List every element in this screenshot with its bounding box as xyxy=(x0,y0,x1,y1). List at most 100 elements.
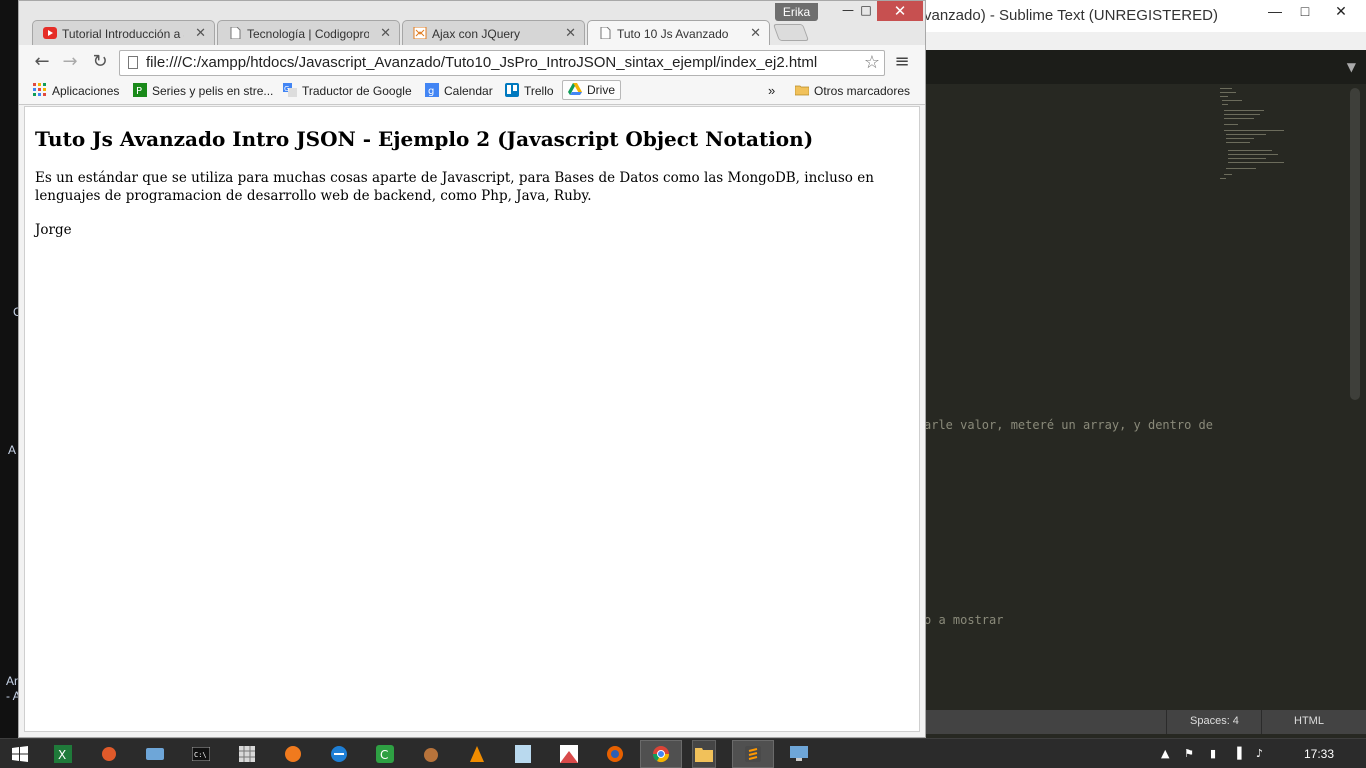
bookmark-series[interactable]: P Series y pelis en stre... xyxy=(133,83,273,103)
scrollbar-thumb[interactable] xyxy=(1350,88,1360,400)
bookmark-label: Traductor de Google xyxy=(302,84,412,98)
teamviewer-icon[interactable] xyxy=(328,743,350,765)
camtasia-icon[interactable]: C xyxy=(374,743,396,765)
bookmark-apps[interactable]: Aplicaciones xyxy=(33,83,119,103)
hamburger-menu-icon[interactable]: ≡ xyxy=(892,51,912,73)
tab-dropdown-icon[interactable]: ▼ xyxy=(1347,60,1356,74)
sublime-tabbar: ▼ xyxy=(916,50,1366,84)
tab-title: Tuto 10 Js Avanzado xyxy=(617,27,729,41)
bookmark-label: Trello xyxy=(524,84,554,98)
tab-title: Tecnología | Codigoprogramacion xyxy=(247,27,369,41)
xampp-icon[interactable] xyxy=(282,743,304,765)
bookmark-translate[interactable]: G Traductor de Google xyxy=(283,83,412,103)
taskbar: X C:\ C ▲ ⚑ ▮ ▐ ♪ 17:33 xyxy=(0,738,1366,768)
minimap[interactable] xyxy=(1216,84,1336,194)
cmd-icon[interactable]: C:\ xyxy=(190,743,212,765)
gimp-icon[interactable] xyxy=(420,743,442,765)
bookmark-drive[interactable]: Drive xyxy=(562,80,622,100)
code-line: arle valor, meteré un array, y dentro de xyxy=(924,418,1213,432)
browser-tab[interactable]: Ajax con JQuery ✕ xyxy=(402,20,585,45)
vlc-icon[interactable] xyxy=(466,743,488,765)
sublime-menubar xyxy=(916,32,1366,50)
svg-text:X: X xyxy=(58,748,66,762)
desktop-fragment: A xyxy=(8,443,17,457)
back-arrow-icon[interactable]: ← xyxy=(31,51,53,73)
bookmark-star-icon[interactable]: ☆ xyxy=(864,52,880,73)
close-window-button[interactable]: ✕ xyxy=(877,1,923,21)
explorer-icon[interactable] xyxy=(692,740,716,768)
code-editor[interactable]: arle valor, meteré un array, y dentro de… xyxy=(916,84,1346,710)
series-site-icon: P xyxy=(133,83,147,97)
reload-icon[interactable]: ↻ xyxy=(89,51,111,73)
svg-text:C:\: C:\ xyxy=(194,751,207,759)
page-icon xyxy=(128,56,138,69)
tray-chevron-icon[interactable]: ▲ xyxy=(1161,747,1169,760)
tab-title: Ajax con JQuery xyxy=(432,27,521,41)
desktop-fragment: Ar xyxy=(6,674,18,688)
sublime-taskbar-icon[interactable] xyxy=(732,740,774,768)
google-plus-icon: g xyxy=(425,83,439,97)
sublime-title: vanzado) - Sublime Text (UNREGISTERED) xyxy=(924,7,1218,24)
svg-text:g: g xyxy=(428,86,434,97)
apps-grid-icon xyxy=(33,83,46,96)
maximize-icon[interactable]: □ xyxy=(1288,0,1322,22)
editor-scrollbar[interactable] xyxy=(1346,84,1366,710)
drive-icon xyxy=(568,83,582,95)
page-name-text: Jorge xyxy=(35,222,72,238)
forward-arrow-icon[interactable]: → xyxy=(59,51,81,73)
bookmark-label: Drive xyxy=(587,83,616,97)
keyboard-icon[interactable] xyxy=(144,743,166,765)
browser-toolbar: ← → ↻ file:///C:/xampp/htdocs/Javascript… xyxy=(19,45,925,79)
trello-icon xyxy=(505,83,519,97)
start-windows-icon[interactable] xyxy=(9,743,31,765)
tab-strip: Tutorial Introducción a JS ✕ Tecnología … xyxy=(19,1,925,45)
battery-icon[interactable]: ▮ xyxy=(1210,747,1216,760)
sublime-titlebar[interactable]: vanzado) - Sublime Text (UNREGISTERED) —… xyxy=(916,0,1366,32)
bookmark-trello[interactable]: Trello xyxy=(505,83,554,103)
image-viewer-icon[interactable] xyxy=(558,743,580,765)
sublime-statusbar: Spaces: 4 HTML xyxy=(916,710,1366,734)
more-bookmarks-chevron[interactable]: » xyxy=(768,83,775,98)
page-heading: Tuto Js Avanzado Intro JSON - Ejemplo 2 … xyxy=(35,127,814,151)
chrome-taskbar-icon[interactable] xyxy=(640,740,682,768)
browser-tab[interactable]: Tecnología | Codigoprogramacion ✕ xyxy=(217,20,400,45)
paint-icon[interactable] xyxy=(98,743,120,765)
page-icon xyxy=(230,27,241,39)
youtube-icon xyxy=(43,27,57,39)
tab-title: Tutorial Introducción a JS xyxy=(62,27,184,41)
bookmark-label: Otros marcadores xyxy=(814,84,911,98)
other-bookmarks-folder[interactable]: Otros marcadores xyxy=(795,83,910,103)
close-icon[interactable]: ✕ xyxy=(1324,0,1358,22)
page-content: Tuto Js Avanzado Intro JSON - Ejemplo 2 … xyxy=(24,106,920,732)
close-tab-icon[interactable]: ✕ xyxy=(195,25,206,41)
browser-tab[interactable]: Tutorial Introducción a JS ✕ xyxy=(32,20,215,45)
browser-tab-active[interactable]: Tuto 10 Js Avanzado ✕ xyxy=(587,20,770,45)
close-tab-icon[interactable]: ✕ xyxy=(750,25,761,41)
syntax-status[interactable]: HTML xyxy=(1294,715,1324,727)
maximize-icon[interactable]: □ xyxy=(853,3,879,21)
chrome-window: Tutorial Introducción a JS ✕ Tecnología … xyxy=(18,0,926,738)
volume-icon[interactable]: ♪ xyxy=(1256,747,1263,760)
network-icon[interactable]: ▐ xyxy=(1233,747,1241,760)
indentation-status[interactable]: Spaces: 4 xyxy=(1190,715,1239,727)
url-text: file:///C:/xampp/htdocs/Javascript_Avanz… xyxy=(146,54,818,71)
bookmark-label: Series y pelis en stre... xyxy=(152,84,274,98)
profile-button[interactable]: Erika xyxy=(775,3,818,21)
firefox-icon[interactable] xyxy=(604,743,626,765)
grid-app-icon[interactable] xyxy=(236,743,258,765)
svg-text:P: P xyxy=(136,86,142,97)
flag-icon[interactable]: ⚑ xyxy=(1184,747,1194,760)
bookmark-calendar[interactable]: g Calendar xyxy=(425,83,493,103)
notepad-icon[interactable] xyxy=(512,743,534,765)
translate-icon: G xyxy=(283,83,297,97)
folder-icon xyxy=(795,85,809,96)
taskbar-clock[interactable]: 17:33 xyxy=(1304,747,1334,761)
address-bar[interactable]: file:///C:/xampp/htdocs/Javascript_Avanz… xyxy=(119,50,885,76)
page-icon xyxy=(600,27,611,39)
new-tab-button[interactable] xyxy=(772,24,810,41)
close-tab-icon[interactable]: ✕ xyxy=(380,25,391,41)
excel-icon[interactable]: X xyxy=(52,743,74,765)
close-tab-icon[interactable]: ✕ xyxy=(565,25,576,41)
minimize-icon[interactable]: — xyxy=(1258,0,1292,22)
remote-desktop-icon[interactable] xyxy=(788,743,810,765)
